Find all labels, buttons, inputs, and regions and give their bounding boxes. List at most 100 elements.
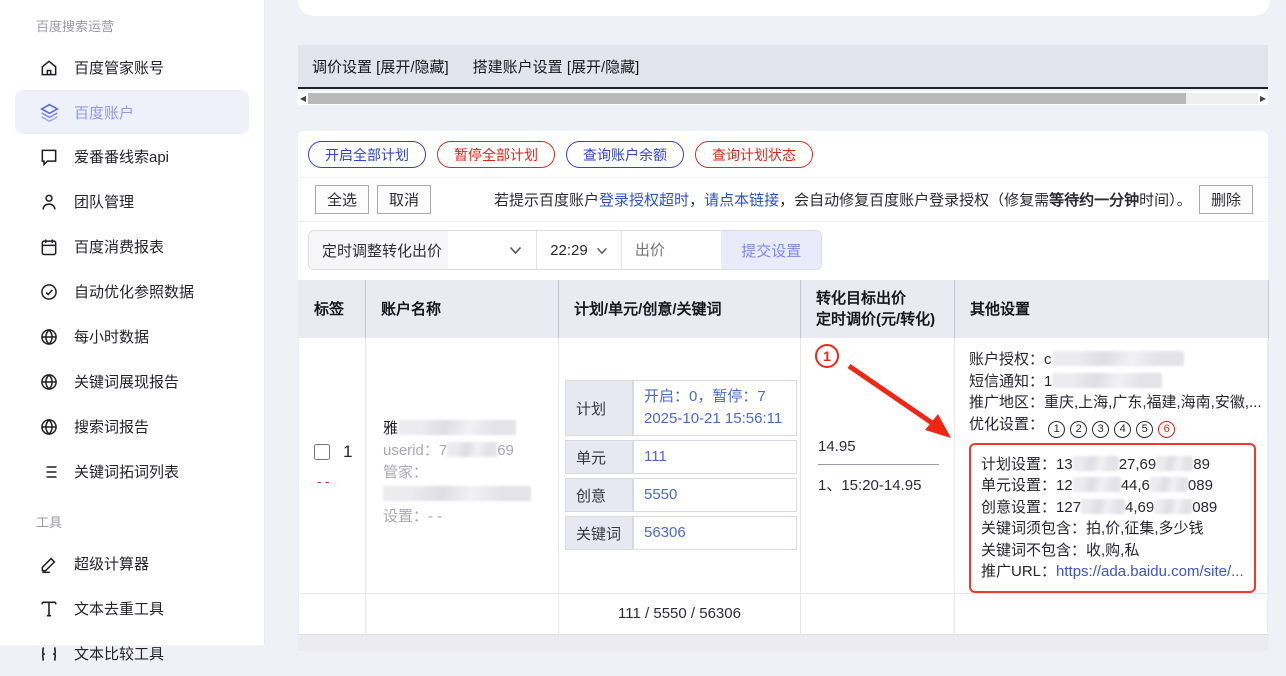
row-index: 1 [343,442,352,462]
sidebar-item-label: 文本去重工具 [74,598,164,619]
start-all-plans-button[interactable]: 开启全部计划 [308,141,426,168]
bid-input-wrap [622,231,722,269]
query-plan-status-button[interactable]: 查询计划状态 [695,141,813,168]
tag-cell: 1 - - [299,338,366,594]
plan-value-link[interactable]: 开启：0，暂停：72025-10-21 15:56:11 [633,380,797,436]
time-value: 22:29 [550,242,588,259]
bid-mode-select[interactable] [448,231,537,269]
sidebar-item-text-compare-tool[interactable]: 文本比较工具 [0,631,264,676]
sidebar-item-baidu-manager-account[interactable]: 百度管家账号 [0,45,264,90]
sidebar-section-tools: 工具 [0,494,264,541]
promo-url-line: 推广URL：https://ada.baidu.com/site/... [981,561,1254,583]
time-select[interactable]: 22:29 [537,231,622,269]
globe-icon [38,416,60,438]
sidebar-item-keyword-expansion-list[interactable]: 关键词拓词列表 [0,449,264,494]
person-icon [38,191,60,213]
table-footer-strip [298,634,1268,651]
col-header-other: 其他设置 [955,280,1269,338]
list-icon [38,461,60,483]
sidebar-item-aifanfan-api[interactable]: 爱番番线索api [0,134,264,179]
keyword-value-link[interactable]: 56306 [633,516,797,550]
chevron-down-icon [509,242,522,259]
sidebar-item-keyword-impression-report[interactable]: 关键词展现报告 [0,359,264,404]
account-settings: 设置：- - [383,506,558,528]
globe-icon [38,326,60,348]
opt-circled-3: 3 [1092,421,1109,438]
opt-circled-2: 2 [1070,421,1087,438]
sidebar-item-text-dedup-tool[interactable]: 文本去重工具 [0,586,264,631]
col-header-plan-unit: 计划/单元/创意/关键词 [559,280,801,338]
bid-adjust-control: 定时调整转化出价 22:29 提交设置 [308,230,822,270]
scroll-left-icon[interactable]: ◀ [298,94,308,103]
repair-link[interactable]: 请点本链接 [704,192,779,209]
pause-all-plans-button[interactable]: 暂停全部计划 [437,141,555,168]
sidebar-item-label: 每小时数据 [74,326,149,347]
compare-icon [38,643,60,665]
selection-row: 全选 取消 若提示百度账户登录授权超时，请点本链接，会自动修复百度账户登录授权（… [298,178,1268,222]
sidebar-item-label: 文本比较工具 [74,643,164,664]
account-setup-settings-toggle[interactable]: 搭建账户设置 [展开/隐藏] [473,56,640,77]
sidebar-item-auto-optimize-data[interactable]: 自动优化参照数据 [0,269,264,314]
unit-value-link[interactable]: 111 [633,440,797,474]
col-header-account: 账户名称 [366,280,559,338]
scrollbar-track[interactable] [308,93,1258,104]
sidebar-item-super-calculator[interactable]: 超级计算器 [0,541,264,586]
unit-label: 单元 [565,440,633,474]
query-balance-button[interactable]: 查询账户余额 [566,141,684,168]
sidebar-item-baidu-accounts[interactable]: 百度账户 [15,90,249,134]
sidebar-item-search-term-report[interactable]: 搜索词报告 [0,404,264,449]
calendar-icon [38,236,60,258]
creative-value-link[interactable]: 5550 [633,478,797,512]
plan-settings-line: 计划设置：1327,6989 [981,454,1254,476]
sidebar-item-label: 百度管家账号 [74,57,164,78]
plan-stats-cell: 计划 开启：0，暂停：72025-10-21 15:56:11 单元 111 创… [559,338,801,594]
scrollbar-thumb[interactable] [308,93,1186,104]
bid-schedule: 1、15:20-14.95 [818,474,954,495]
sidebar: 百度搜索运营 百度管家账号 百度账户 爱番番线索api 团队管理 百度消费报表 … [0,0,265,645]
summary-cell-account [366,594,559,634]
account-userid: userid：769 [383,440,558,462]
sidebar-item-label: 爱番番线索api [74,146,169,167]
summary-cell-tag [299,594,366,634]
select-all-button[interactable]: 全选 [315,185,369,214]
plan-actions-row: 开启全部计划 暂停全部计划 查询账户余额 查询计划状态 [298,131,1268,178]
summary-cell-other [955,594,1269,634]
row-checkbox[interactable] [314,444,330,460]
account-manager: 管家： [383,462,558,506]
col-header-bid: 转化目标出价定时调价(元/转化) [801,280,955,338]
cancel-button[interactable]: 取消 [377,185,431,214]
sidebar-item-label: 关键词拓词列表 [74,461,179,482]
promo-url-link[interactable]: https://ada.baidu.com/site/... [1056,563,1244,580]
bid-control-row: 定时调整转化出价 22:29 提交设置 [298,222,1268,280]
sidebar-item-consumption-report[interactable]: 百度消费报表 [0,224,264,269]
pencil-icon [38,553,60,575]
keyword-label: 关键词 [565,516,633,550]
sidebar-item-team-management[interactable]: 团队管理 [0,179,264,224]
optimize-settings-line: 优化设置： 123456 [969,414,1268,438]
opt-circled-5: 5 [1136,421,1153,438]
keyword-exclude-line: 关键词不包含：收,购,私 [981,540,1254,562]
sidebar-item-label: 超级计算器 [74,553,149,574]
home-icon [38,57,60,79]
scroll-right-icon[interactable]: ▶ [1258,94,1268,103]
keyword-must-include-line: 关键词须包含：拍,价,征集,多少钱 [981,518,1254,540]
layers-icon [38,101,60,123]
globe-icon [38,371,60,393]
sidebar-section-search-ops: 百度搜索运营 [0,12,264,45]
submit-settings-button[interactable]: 提交设置 [721,231,821,269]
creative-settings-line: 创意设置：1274,69089 [981,497,1254,519]
bid-input[interactable] [622,231,722,269]
sidebar-item-label: 搜索词报告 [74,416,149,437]
sidebar-item-hourly-data[interactable]: 每小时数据 [0,314,264,359]
chat-bubble-icon [38,146,60,168]
opt-circled-6: 6 [1158,421,1175,438]
delete-button[interactable]: 删除 [1199,185,1253,214]
bid-value: 14.95 [818,438,954,455]
top-white-panel [298,0,1270,16]
auth-timeout-link[interactable]: 登录授权超时 [599,192,689,209]
tag-dashes: - - [314,474,365,489]
highlighted-settings-box: 计划设置：1327,6989 单元设置：1244,6089 创意设置：1274,… [969,443,1256,593]
sms-notify-line: 短信通知：1 [969,371,1268,393]
pricing-settings-toggle[interactable]: 调价设置 [展开/隐藏] [312,56,449,77]
horizontal-scrollbar[interactable]: ◀ ▶ [298,91,1268,105]
